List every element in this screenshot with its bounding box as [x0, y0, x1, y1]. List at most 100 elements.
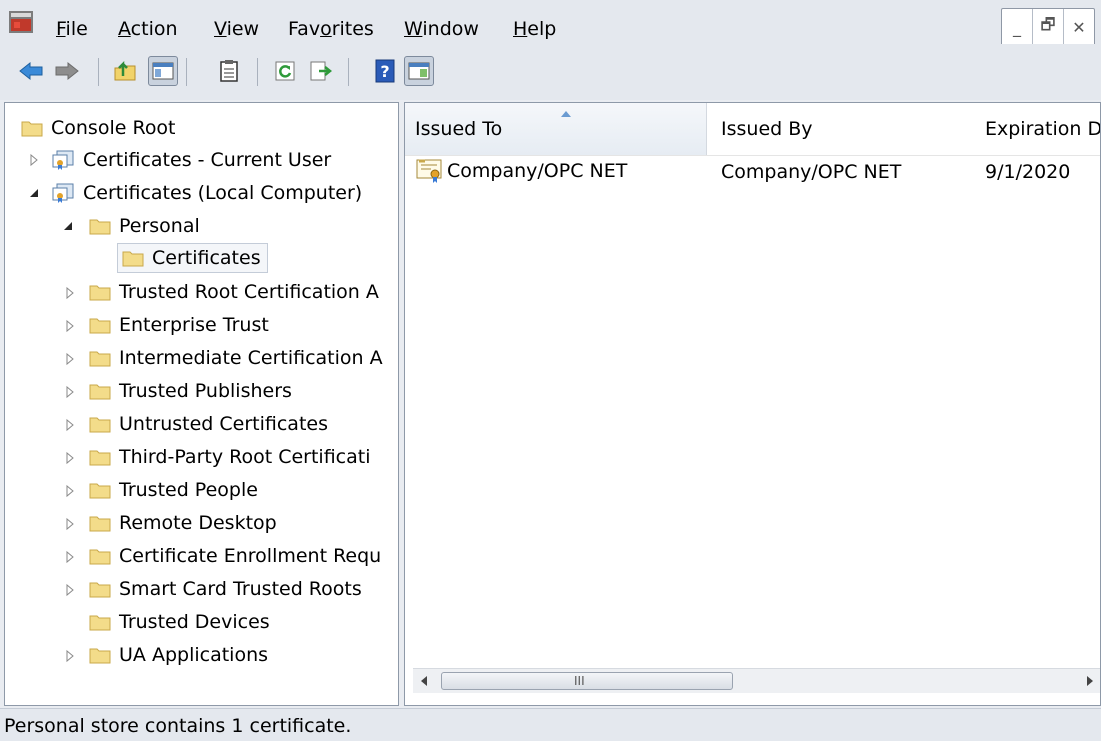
results-list-pane: Issued To Issued By Expiration D Company…: [404, 102, 1101, 706]
expand-arrow-icon[interactable]: [63, 286, 77, 300]
column-header-label: Expiration D: [985, 118, 1100, 140]
folder-icon: [89, 648, 111, 664]
tree-node-label: Smart Card Trusted Roots: [119, 578, 362, 600]
help-icon: ?: [375, 59, 395, 83]
collapse-arrow-icon[interactable]: [27, 186, 41, 200]
folder-icon: [89, 549, 111, 565]
up-one-level-icon: [114, 60, 136, 81]
column-header-expiration-date[interactable]: Expiration D: [975, 103, 1100, 155]
toolbar-separator: [348, 58, 349, 86]
expand-arrow-icon[interactable]: [27, 153, 41, 167]
expand-arrow-icon[interactable]: [63, 319, 77, 333]
tree-node-label: Certificates: [152, 247, 261, 269]
tree-node-certificate-enrollment[interactable]: Certificate Enrollment Requ: [89, 541, 395, 571]
folder-icon: [89, 483, 111, 499]
menu-view[interactable]: View: [214, 18, 259, 40]
tree-node-certificates-local-computer[interactable]: Certificates (Local Computer): [51, 178, 362, 208]
restore-button[interactable]: 🗗: [1033, 9, 1064, 45]
show-hide-console-tree-icon: [152, 62, 174, 80]
tree-node-console-root[interactable]: Console Root: [21, 113, 176, 143]
expand-arrow-icon[interactable]: [63, 484, 77, 498]
minimize-button[interactable]: _: [1002, 9, 1033, 45]
tree-node-remote-desktop[interactable]: Remote Desktop: [89, 508, 277, 538]
scroll-right-icon[interactable]: [1085, 675, 1095, 687]
tree-node-trusted-people[interactable]: Trusted People: [89, 475, 258, 505]
folder-icon: [89, 384, 111, 400]
folder-icon: [89, 582, 111, 598]
tree-node-label: Enterprise Trust: [119, 314, 269, 336]
tree-node-certificates-current-user[interactable]: Certificates - Current User: [51, 145, 331, 175]
expand-arrow-icon[interactable]: [63, 352, 77, 366]
certificate-store-icon: [52, 150, 74, 170]
column-header-issued-to[interactable]: Issued To: [405, 103, 707, 155]
show-hide-action-pane-button[interactable]: [404, 56, 434, 86]
up-one-level-button[interactable]: [110, 56, 140, 86]
properties-button[interactable]: [214, 56, 244, 86]
tree-node-label: Trusted Devices: [119, 611, 270, 633]
scroll-left-icon[interactable]: [419, 675, 429, 687]
expand-arrow-icon[interactable]: [63, 418, 77, 432]
folder-icon: [89, 516, 111, 532]
window-controls: _ 🗗 ✕: [1001, 8, 1095, 46]
folder-icon: [89, 450, 111, 466]
folder-icon: [89, 318, 111, 334]
expand-arrow-icon[interactable]: [63, 550, 77, 564]
refresh-button[interactable]: [270, 56, 300, 86]
toolbar-separator: [186, 58, 187, 86]
tree-node-trusted-publishers[interactable]: Trusted Publishers: [89, 376, 292, 406]
column-header-label: Issued By: [721, 118, 813, 140]
expand-arrow-icon[interactable]: [63, 451, 77, 465]
tree-node-intermediate[interactable]: Intermediate Certification A: [89, 343, 395, 373]
tree-node-smart-card-trusted-roots[interactable]: Smart Card Trusted Roots: [89, 574, 362, 604]
collapse-arrow-icon[interactable]: [61, 219, 75, 233]
sort-ascending-icon: [561, 111, 571, 117]
tree-node-third-party-root[interactable]: Third-Party Root Certificati: [89, 442, 395, 472]
folder-icon: [21, 121, 43, 137]
menu-bar: File Action View Favorites Window Help _…: [0, 0, 1101, 46]
tree-node-label: Console Root: [51, 117, 176, 139]
tree-node-label: Trusted Publishers: [119, 380, 292, 402]
expand-arrow-icon[interactable]: [63, 583, 77, 597]
expand-arrow-icon[interactable]: [63, 385, 77, 399]
folder-icon: [89, 351, 111, 367]
menu-window[interactable]: Window: [404, 18, 479, 40]
folder-icon: [89, 219, 111, 235]
menu-favorites[interactable]: Favorites: [288, 18, 374, 40]
column-header-issued-by[interactable]: Issued By: [711, 103, 973, 155]
status-text: Personal store contains 1 certificate.: [4, 715, 352, 737]
menu-file[interactable]: File: [56, 18, 88, 40]
tree-node-trusted-devices[interactable]: Trusted Devices: [89, 607, 270, 637]
status-bar: Personal store contains 1 certificate.: [0, 708, 1101, 741]
folder-icon: [89, 417, 111, 433]
tree-node-untrusted-certificates[interactable]: Untrusted Certificates: [89, 409, 328, 439]
svg-text:?: ?: [380, 62, 389, 81]
tree-node-certificates-selected[interactable]: Certificates: [117, 243, 268, 273]
tree-node-label: Untrusted Certificates: [119, 413, 328, 435]
back-arrow-icon: [19, 61, 43, 81]
tree-node-personal[interactable]: Personal: [89, 211, 200, 241]
expand-arrow-icon[interactable]: [63, 649, 77, 663]
tree-node-enterprise-trust[interactable]: Enterprise Trust: [89, 310, 269, 340]
back-button[interactable]: [16, 56, 46, 86]
help-button[interactable]: ?: [370, 56, 400, 86]
issued-to-value: Company/OPC NET: [447, 160, 628, 182]
tree-node-ua-applications[interactable]: UA Applications: [89, 640, 268, 670]
cell-issued-by: Company/OPC NET: [721, 161, 902, 183]
tree-node-trusted-root[interactable]: Trusted Root Certification A: [89, 277, 395, 307]
column-header-label: Issued To: [415, 118, 503, 140]
forward-arrow-icon: [55, 61, 79, 81]
certificate-store-icon: [52, 183, 74, 203]
close-button[interactable]: ✕: [1064, 9, 1094, 45]
menu-help[interactable]: Help: [513, 18, 556, 40]
horizontal-scrollbar[interactable]: III: [413, 668, 1100, 693]
refresh-icon: [275, 61, 295, 81]
export-list-button[interactable]: [306, 56, 336, 86]
menu-action[interactable]: Action: [118, 18, 178, 40]
forward-button[interactable]: [52, 56, 82, 86]
scrollbar-thumb[interactable]: III: [441, 672, 733, 690]
tree-node-label: Certificates - Current User: [83, 149, 332, 171]
expand-arrow-icon[interactable]: [63, 517, 77, 531]
export-list-icon: [310, 61, 333, 81]
show-hide-console-tree-button[interactable]: [148, 56, 178, 86]
mmc-app-icon[interactable]: [8, 9, 34, 35]
